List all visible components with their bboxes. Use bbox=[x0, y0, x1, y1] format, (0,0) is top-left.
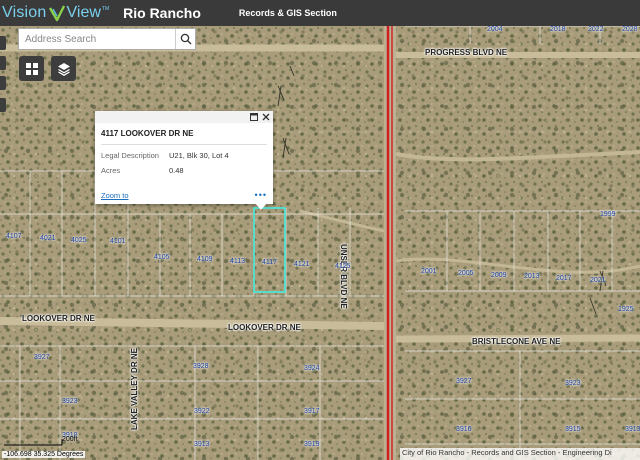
attribute-value: 0.48 bbox=[169, 166, 184, 175]
road-label-lookover-left: LOOKOVER DR NE bbox=[22, 314, 95, 323]
parcel-number: 3922 bbox=[194, 408, 210, 415]
brand-logo[interactable]: Vision View TM bbox=[0, 0, 109, 26]
trademark-mark: TM bbox=[101, 6, 110, 12]
layers-button[interactable] bbox=[51, 56, 76, 81]
parcel-number: 2005 bbox=[458, 270, 474, 277]
search-button[interactable] bbox=[175, 29, 195, 49]
vision-view-app: Vision View TM Rio Rancho Records & GIS … bbox=[0, 0, 640, 460]
parcel-number: 2013 bbox=[524, 273, 540, 280]
parcel-number: 4107 bbox=[6, 233, 22, 240]
parcel-number: 2022 bbox=[588, 26, 604, 33]
address-search bbox=[18, 28, 196, 50]
attribute-value: U21, Blk 30, Lot 4 bbox=[169, 151, 229, 160]
parcel-number: 3924 bbox=[304, 365, 320, 372]
zoom-to-link[interactable]: Zoom to bbox=[101, 191, 129, 200]
popup-footer: Zoom to ••• bbox=[101, 190, 267, 200]
basemap-button[interactable] bbox=[19, 56, 44, 81]
coordinates-readout: -106.698 35.325 Degrees bbox=[2, 451, 86, 458]
popup-title: 4117 LOOKOVER DR NE bbox=[101, 129, 194, 138]
parcel-number: 4021 bbox=[40, 235, 56, 242]
parcel-number: 2018 bbox=[550, 26, 566, 33]
parcel-number: 3917 bbox=[304, 408, 320, 415]
scale-label: 200ft bbox=[62, 436, 78, 443]
map-attribution: City of Rio Rancho - Records and GIS Sec… bbox=[400, 448, 640, 460]
attribute-label: Legal Description bbox=[101, 151, 159, 160]
parcel-number: 2028 bbox=[622, 26, 638, 33]
parcel-number: 4105 bbox=[154, 254, 170, 261]
road-label-unser: UNSER BLVD NE bbox=[339, 244, 348, 309]
attribute-label: Acres bbox=[101, 166, 121, 175]
parcel-number: 3919 bbox=[304, 441, 320, 448]
brand-vision-text: Vision bbox=[2, 4, 47, 21]
parcel-number: 3923 bbox=[62, 398, 78, 405]
popup-toolbar bbox=[95, 111, 273, 123]
parcel-number: 3927 bbox=[34, 354, 50, 361]
parcel-number: 3913 bbox=[194, 441, 210, 448]
maximize-icon[interactable] bbox=[250, 113, 258, 121]
parcel-number: 4113 bbox=[230, 258, 246, 265]
layers-icon bbox=[57, 62, 70, 76]
v-check-icon bbox=[48, 5, 65, 22]
road-label-progress: PROGRESS BLVD NE bbox=[425, 48, 508, 57]
popup-row: Acres 0.48 bbox=[95, 160, 273, 175]
parcel-number: 2021 bbox=[590, 277, 606, 284]
parcel-number: 2017 bbox=[556, 275, 572, 282]
parcel-number: 2001 bbox=[421, 268, 437, 275]
parcel-number: 3927 bbox=[456, 378, 472, 385]
parcel-number: 4125 bbox=[335, 263, 351, 270]
parcel-number: 4109 bbox=[197, 256, 213, 263]
parcel-number: 2009 bbox=[491, 272, 507, 279]
more-options-icon[interactable]: ••• bbox=[255, 190, 267, 200]
close-icon[interactable] bbox=[262, 113, 270, 121]
parcel-number: 2004 bbox=[487, 26, 503, 33]
brand-view-text: View bbox=[66, 4, 101, 21]
search-input[interactable] bbox=[19, 29, 175, 49]
side-panel-tab[interactable] bbox=[0, 36, 6, 50]
unser-road-bed bbox=[384, 26, 396, 460]
parcel-number: 3915 bbox=[565, 426, 581, 433]
map-view[interactable]: PROGRESS BLVD NE LOOKOVER DR NE LOOKOVER… bbox=[0, 26, 640, 460]
road-label-bristlecone: BRISTLECONE AVE NE bbox=[472, 337, 561, 346]
search-icon bbox=[180, 33, 191, 45]
road-label-lookover: LOOKOVER DR NE bbox=[228, 323, 301, 332]
parcel-number: 3913 bbox=[625, 426, 640, 433]
app-header: Vision View TM Rio Rancho Records & GIS … bbox=[0, 0, 640, 26]
popup-pointer bbox=[255, 203, 267, 210]
parcel-number: 4025 bbox=[71, 237, 87, 244]
parcel-number: 4101 bbox=[110, 238, 126, 245]
side-panel-tab[interactable] bbox=[0, 98, 6, 112]
parcel-number: 3923 bbox=[565, 380, 581, 387]
parcel-number: 1999 bbox=[600, 211, 616, 218]
side-panel-tab[interactable] bbox=[0, 76, 6, 90]
road-label-lake-valley: LAKE VALLEY DR NE bbox=[130, 348, 139, 430]
parcel-number: 3916 bbox=[456, 426, 472, 433]
parcel-number-selected: 4117 bbox=[262, 259, 278, 266]
popup-row: Legal Description U21, Blk 30, Lot 4 bbox=[95, 145, 273, 160]
grid-icon bbox=[25, 62, 38, 75]
map-canvas[interactable] bbox=[0, 26, 640, 460]
parcel-popup: 4117 LOOKOVER DR NE Legal Description U2… bbox=[95, 111, 273, 204]
parcel-number: 3928 bbox=[193, 363, 209, 370]
city-title: Rio Rancho bbox=[123, 5, 201, 21]
section-title: Records & GIS Section bbox=[238, 8, 337, 18]
parcel-number: 4121 bbox=[294, 261, 310, 268]
side-panel-tab[interactable] bbox=[0, 56, 6, 70]
parcel-number: 1925 bbox=[618, 306, 634, 313]
